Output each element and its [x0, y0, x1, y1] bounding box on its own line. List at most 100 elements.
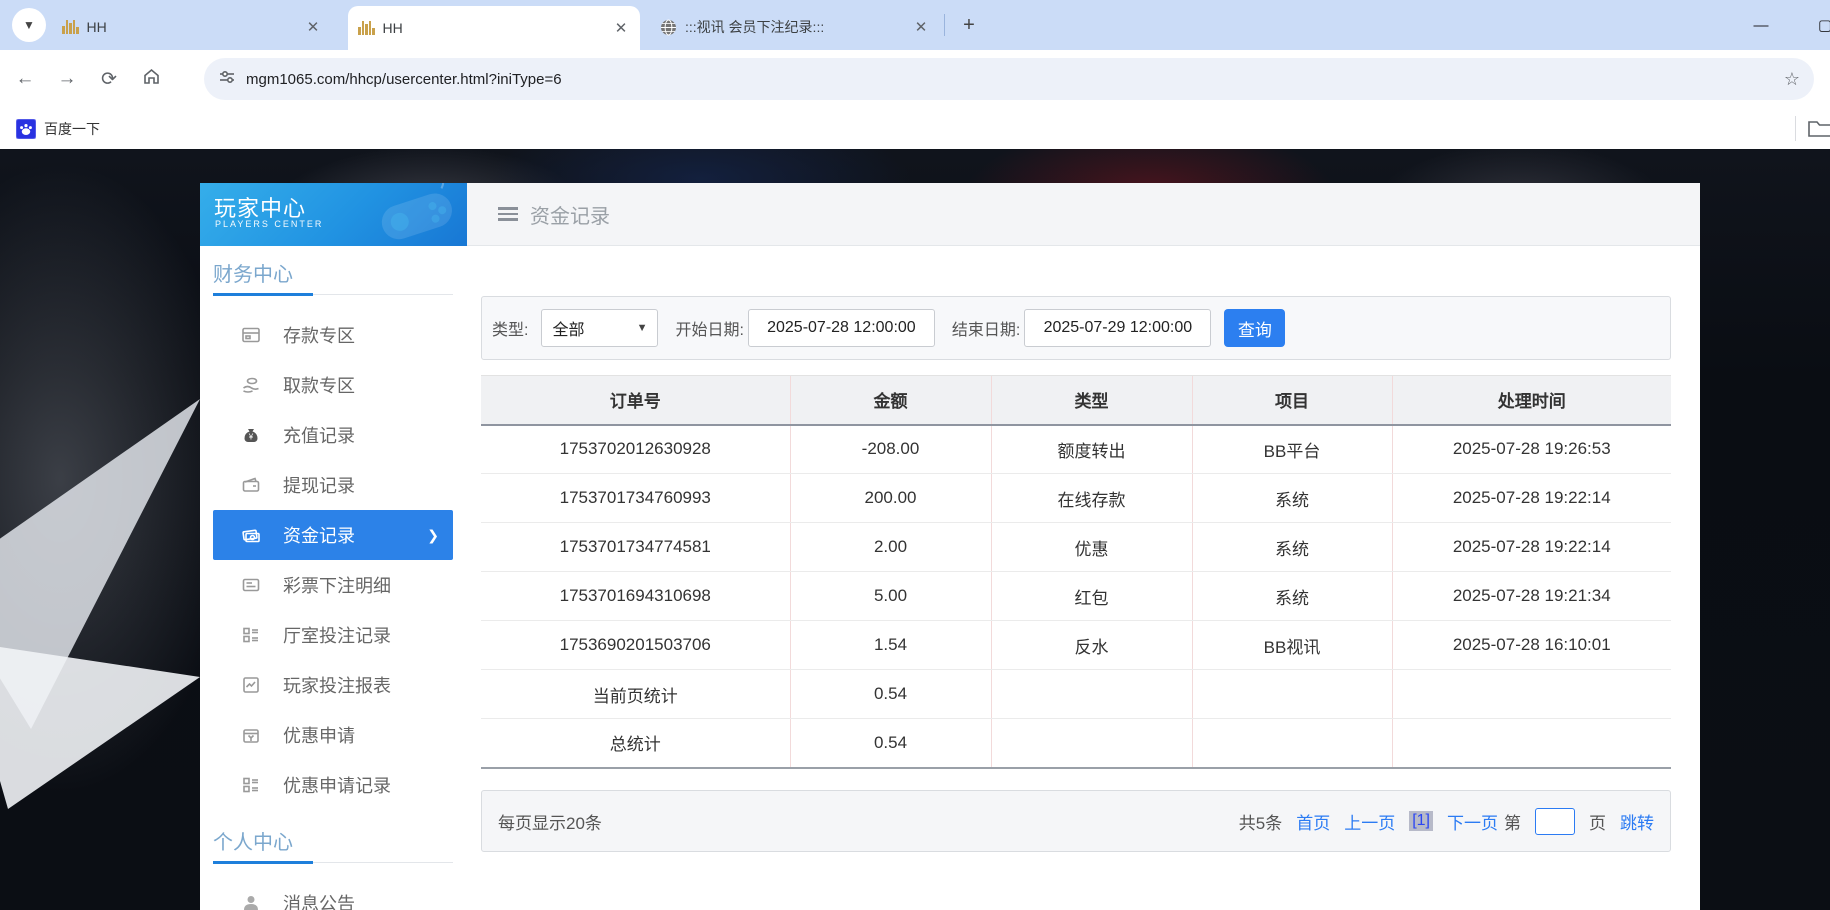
- prev-page-link[interactable]: 上一页: [1344, 809, 1395, 834]
- jump-button[interactable]: 跳转: [1620, 809, 1654, 834]
- cell-summary-label: 总统计: [481, 719, 790, 768]
- tab-hh-2-active[interactable]: HH ✕: [348, 6, 640, 50]
- url-text[interactable]: mgm1065.com/hhcp/usercenter.html?iniType…: [246, 71, 1784, 88]
- cell-type: 红包: [991, 572, 1192, 621]
- bookmarks-divider: [1795, 116, 1796, 141]
- tab-label: HH: [383, 20, 605, 36]
- tab-strip: ▼ HH ✕ HH ✕ :::视讯 会员下注纪录::: ✕ + — ▢: [0, 0, 1830, 50]
- cell-project: BB视讯: [1192, 621, 1392, 670]
- sidebar-item-recharge-record[interactable]: ¥ 充值记录: [213, 410, 453, 460]
- minimize-icon: —: [1754, 17, 1769, 34]
- cell-summary-label: 当前页统计: [481, 670, 790, 719]
- sidebar-item-promo-apply[interactable]: 优惠申请: [213, 710, 453, 760]
- sidebar-item-withdraw[interactable]: 取款专区: [213, 360, 453, 410]
- search-button[interactable]: 查询: [1224, 309, 1285, 347]
- address-bar[interactable]: mgm1065.com/hhcp/usercenter.html?iniType…: [204, 58, 1814, 100]
- total-count-text: 共5条: [1239, 809, 1282, 834]
- first-page-link[interactable]: 首页: [1296, 809, 1330, 834]
- tab-label: HH: [87, 19, 297, 35]
- start-date-input[interactable]: [748, 309, 935, 347]
- minimize-button[interactable]: —: [1738, 0, 1784, 50]
- new-tab-button[interactable]: +: [952, 8, 986, 42]
- gamepad-icon: [367, 183, 467, 246]
- sidebar-item-messages[interactable]: 消息公告: [213, 878, 453, 910]
- sidebar-item-label: 提现记录: [283, 472, 355, 498]
- sidebar-item-label: 资金记录: [283, 522, 355, 548]
- chevron-down-icon: ▼: [23, 18, 35, 32]
- filter-bar: 类型: 全部 ▼ 开始日期: 结束日期: 查询: [481, 296, 1671, 360]
- pagination-bar: 每页显示20条 共5条 首页 上一页 [1] 下一页 第 页 跳转: [481, 790, 1671, 852]
- col-header-project: 项目: [1192, 376, 1392, 425]
- section-divider: [213, 294, 453, 295]
- maximize-button[interactable]: ▢: [1802, 0, 1830, 50]
- main-panel: 资金记录 类型: 全部 ▼ 开始日期: 结束日期: 查询 订单号 金额 类型 项…: [467, 183, 1700, 910]
- cell-order-no: 1753702012630928: [481, 425, 790, 474]
- table-row-page-summary: 当前页统计 0.54: [481, 670, 1671, 719]
- jump-suffix-label: 页: [1589, 809, 1606, 834]
- sidebar-item-promo-record[interactable]: 优惠申请记录: [213, 760, 453, 810]
- main-header: 资金记录: [467, 183, 1700, 246]
- home-button[interactable]: [134, 62, 168, 96]
- tab-video-records[interactable]: :::视讯 会员下注纪录::: ✕: [650, 6, 940, 48]
- close-icon[interactable]: ✕: [304, 18, 322, 36]
- lottery-bet-icon: [241, 575, 261, 595]
- table-header-row: 订单号 金额 类型 项目 处理时间: [481, 376, 1671, 425]
- cell-type: 额度转出: [991, 425, 1192, 474]
- sidebar-item-player-report[interactable]: 玩家投注报表: [213, 660, 453, 710]
- end-date-input[interactable]: [1024, 309, 1211, 347]
- tab-hh-1[interactable]: HH ✕: [52, 6, 332, 48]
- recharge-record-icon: ¥: [241, 425, 261, 445]
- cell-amount: 200.00: [790, 474, 991, 523]
- col-header-time: 处理时间: [1392, 376, 1671, 425]
- bookmark-label: 百度一下: [44, 119, 100, 139]
- message-icon: [241, 893, 261, 910]
- tab-search-button[interactable]: ▼: [12, 8, 46, 42]
- sidebar-item-hall-bet-record[interactable]: 厅室投注记录: [213, 610, 453, 660]
- funds-record-icon: [241, 525, 261, 545]
- next-page-link[interactable]: 下一页: [1447, 809, 1498, 834]
- bookmark-star-icon[interactable]: ☆: [1784, 69, 1800, 90]
- type-select[interactable]: 全部 ▼: [541, 309, 658, 347]
- close-icon[interactable]: ✕: [912, 18, 930, 36]
- bookmark-baidu[interactable]: 百度一下: [16, 119, 100, 139]
- cell-project: 系统: [1192, 523, 1392, 572]
- sidebar-item-label: 厅室投注记录: [283, 622, 391, 648]
- svg-text:¥: ¥: [248, 433, 254, 442]
- table-row: 1753701694310698 5.00 红包 系统 2025-07-28 1…: [481, 572, 1671, 621]
- type-select-value: 全部: [552, 316, 584, 340]
- sidebar-item-deposit[interactable]: 存款专区: [213, 310, 453, 360]
- sidebar-item-lottery-bet-detail[interactable]: 彩票下注明细: [213, 560, 453, 610]
- back-button[interactable]: ←: [8, 62, 42, 96]
- jump-page-input[interactable]: [1535, 808, 1575, 835]
- globe-icon: [660, 19, 677, 36]
- section-finance-label: 财务中心: [213, 258, 293, 287]
- cell-order-no: 1753701734760993: [481, 474, 790, 523]
- player-report-icon: [241, 675, 261, 695]
- cell-type: 在线存款: [991, 474, 1192, 523]
- hall-bet-icon: [241, 625, 261, 645]
- close-icon[interactable]: ✕: [612, 19, 630, 37]
- cell-amount: 2.00: [790, 523, 991, 572]
- forward-button[interactable]: →: [50, 62, 84, 96]
- current-page-indicator: [1]: [1409, 811, 1433, 831]
- reload-button[interactable]: ⟳: [92, 62, 126, 96]
- sidebar-item-funds-record[interactable]: 资金记录 ❯: [213, 510, 453, 560]
- back-icon: ←: [16, 68, 35, 90]
- chevron-right-icon: ❯: [427, 527, 439, 544]
- jump-prefix-label: 第: [1504, 809, 1521, 834]
- cell-time: 2025-07-28 19:26:53: [1392, 425, 1671, 474]
- tune-icon[interactable]: [218, 68, 236, 91]
- cell-time: 2025-07-28 19:22:14: [1392, 523, 1671, 572]
- cell-order-no: 1753701734774581: [481, 523, 790, 572]
- cell-type: 优惠: [991, 523, 1192, 572]
- section-personal-label: 个人中心: [213, 826, 293, 855]
- col-header-amount: 金额: [790, 376, 991, 425]
- chevron-down-icon: ▼: [637, 322, 648, 334]
- col-header-type: 类型: [991, 376, 1192, 425]
- sidebar-item-withdrawal-record[interactable]: 提现记录: [213, 460, 453, 510]
- folder-icon[interactable]: [1807, 117, 1830, 144]
- hamburger-icon[interactable]: [498, 204, 518, 224]
- cell-project: 系统: [1192, 572, 1392, 621]
- sidebar-item-label: 优惠申请: [283, 722, 355, 748]
- sidebar-item-label: 取款专区: [283, 372, 355, 398]
